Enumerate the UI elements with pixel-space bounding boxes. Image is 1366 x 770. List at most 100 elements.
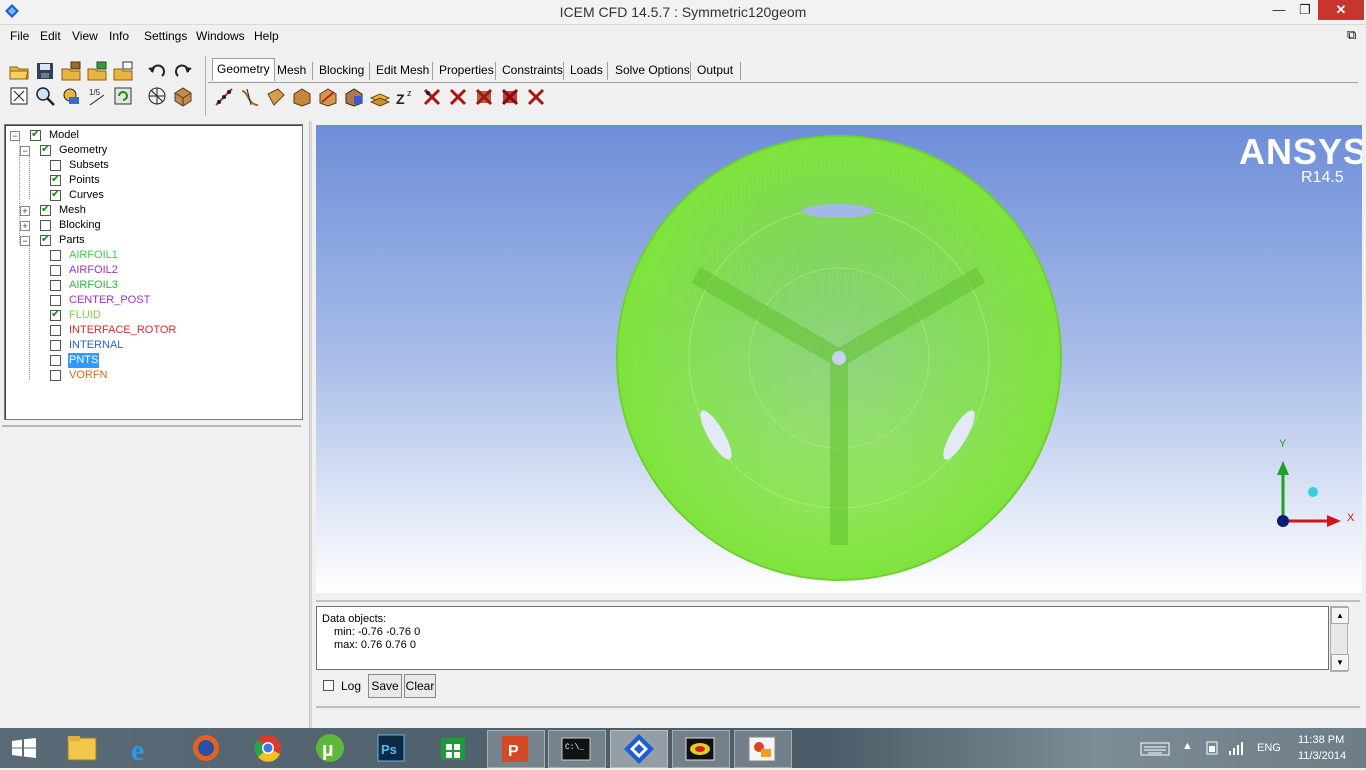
tree-item-points[interactable]: Points — [30, 172, 230, 188]
tree-checkbox[interactable] — [50, 280, 61, 291]
open-geometry-icon[interactable] — [60, 60, 82, 82]
clock-time[interactable]: 11:38 PM — [1298, 734, 1344, 746]
tab-loads[interactable]: Loads — [566, 60, 607, 80]
signal-icon[interactable] — [1228, 741, 1246, 755]
maximize-button[interactable]: ❐ — [1292, 0, 1318, 20]
tab-mesh[interactable]: Mesh — [273, 60, 310, 80]
tree-checkbox[interactable] — [50, 295, 61, 306]
menu-settings[interactable]: Settings — [144, 29, 187, 43]
wireframe-icon[interactable] — [146, 85, 168, 107]
tab-blocking[interactable]: Blocking — [315, 60, 368, 80]
language-indicator[interactable]: ENG — [1257, 742, 1281, 754]
open-mesh-icon[interactable] — [86, 60, 108, 82]
tab-constraints[interactable]: Constraints — [498, 60, 567, 80]
zoom-box-icon[interactable] — [34, 85, 56, 107]
tree-checkbox[interactable] — [50, 265, 61, 276]
delete-surface-icon[interactable] — [473, 86, 495, 108]
tree-checkbox[interactable] — [50, 250, 61, 261]
create-point-icon[interactable] — [213, 86, 235, 108]
solid-shade-icon[interactable] — [172, 85, 194, 107]
expand-icon[interactable]: + — [20, 206, 30, 216]
tree-item-subsets[interactable]: Subsets — [30, 158, 230, 173]
taskbar-internet-explorer[interactable]: e — [116, 730, 172, 767]
power-icon[interactable] — [1204, 740, 1220, 756]
redo-icon[interactable] — [172, 60, 194, 82]
delete-point-icon[interactable] — [421, 86, 443, 108]
clear-button[interactable]: Clear — [404, 674, 436, 698]
message-splitter[interactable] — [316, 600, 1360, 602]
windows-start-icon[interactable] — [11, 738, 37, 758]
menu-help[interactable]: Help — [254, 29, 279, 43]
log-checkbox[interactable] — [323, 680, 334, 691]
left-panel-splitter[interactable] — [2, 425, 301, 427]
menu-file[interactable]: File — [10, 29, 29, 43]
tree-item-airfoil3[interactable]: AIRFOIL3 — [30, 278, 280, 293]
collapse-icon[interactable]: − — [20, 236, 30, 246]
taskbar-firefox[interactable] — [178, 730, 234, 766]
taskbar-chrome[interactable] — [240, 730, 296, 766]
tree-item-curves[interactable]: Curves — [30, 187, 230, 203]
taskbar-command-prompt[interactable]: C:\_ — [548, 730, 606, 768]
delete-any-entity-icon[interactable] — [525, 86, 547, 108]
restore-child-button[interactable]: ⧉ — [1347, 27, 1356, 43]
tree-checkbox[interactable] — [50, 307, 61, 322]
tab-output[interactable]: Output — [693, 60, 737, 80]
keyboard-icon[interactable] — [1140, 741, 1170, 757]
restore-dormant-icon[interactable]: Zz — [395, 86, 417, 108]
tree-item-interface-rotor[interactable]: INTERFACE_ROTOR — [30, 323, 280, 338]
taskbar-powerpoint[interactable]: P — [487, 730, 545, 768]
tree-item-pnts[interactable]: PNTS — [30, 353, 280, 368]
refresh-icon[interactable] — [112, 85, 134, 107]
taskbar-photoshop[interactable]: Ps — [364, 730, 420, 766]
clock-date[interactable]: 11/3/2014 — [1298, 750, 1346, 762]
tree-item-mesh[interactable]: + Mesh — [20, 202, 220, 218]
delete-body-icon[interactable] — [499, 86, 521, 108]
measure-icon[interactable] — [60, 85, 82, 107]
menu-edit[interactable]: Edit — [40, 29, 61, 43]
message-scrollbar[interactable]: ▲ ▼ — [1330, 606, 1349, 672]
tree-item-model[interactable]: − Model — [10, 127, 210, 143]
tree-item-airfoil1[interactable]: AIRFOIL1 — [30, 248, 280, 263]
graphics-viewport[interactable]: ANSYS R14.5 Y X — [316, 125, 1362, 593]
minimize-button[interactable]: — — [1266, 0, 1292, 20]
fit-window-icon[interactable] — [8, 85, 30, 107]
tree-item-geometry[interactable]: − Geometry — [20, 142, 220, 158]
save-button[interactable]: Save — [368, 674, 402, 698]
create-body-icon[interactable] — [291, 86, 313, 108]
scroll-up-arrow[interactable]: ▲ — [1331, 607, 1349, 624]
tree-item-airfoil2[interactable]: AIRFOIL2 — [30, 263, 280, 278]
tab-geometry[interactable]: Geometry — [212, 58, 275, 81]
tree-item-vorfn[interactable]: VORFN — [30, 368, 280, 383]
collapse-icon[interactable]: − — [20, 146, 30, 156]
scroll-down-arrow[interactable]: ▼ — [1331, 654, 1349, 671]
geometry-transform-icon[interactable] — [369, 86, 391, 108]
open-folder-icon[interactable] — [8, 60, 30, 82]
tree-checkbox[interactable] — [50, 160, 61, 171]
open-blocking-icon[interactable] — [112, 60, 134, 82]
create-surface-icon[interactable] — [265, 86, 287, 108]
delete-curve-icon[interactable] — [447, 86, 469, 108]
tree-item-fluid[interactable]: FLUID — [30, 307, 280, 323]
tree-checkbox[interactable] — [50, 355, 61, 366]
taskbar-icem[interactable] — [610, 730, 668, 768]
tree-checkbox[interactable] — [40, 232, 51, 247]
save-icon[interactable] — [34, 60, 56, 82]
tree-checkbox[interactable] — [50, 370, 61, 381]
undo-icon[interactable] — [146, 60, 168, 82]
create-curve-icon[interactable] — [239, 86, 261, 108]
repair-geometry-icon[interactable] — [343, 86, 365, 108]
tree-checkbox[interactable] — [30, 127, 41, 142]
message-window[interactable]: Data objects: min: -0.76 -0.76 0 max: 0.… — [316, 606, 1329, 670]
tree-item-blocking[interactable]: + Blocking — [20, 218, 220, 233]
coordinates-icon[interactable]: 1/5 — [86, 85, 108, 107]
tree-checkbox[interactable] — [50, 340, 61, 351]
collapse-icon[interactable]: − — [10, 131, 20, 141]
taskbar-file-explorer[interactable] — [54, 730, 110, 766]
tree-checkbox[interactable] — [40, 202, 51, 217]
menu-view[interactable]: View — [72, 29, 98, 43]
taskbar-store[interactable] — [426, 730, 482, 766]
faceted-icon[interactable] — [317, 86, 339, 108]
tab-properties[interactable]: Properties — [435, 60, 498, 80]
menu-info[interactable]: Info — [109, 29, 129, 43]
show-hidden-icons-button[interactable]: ▲ — [1182, 740, 1193, 752]
